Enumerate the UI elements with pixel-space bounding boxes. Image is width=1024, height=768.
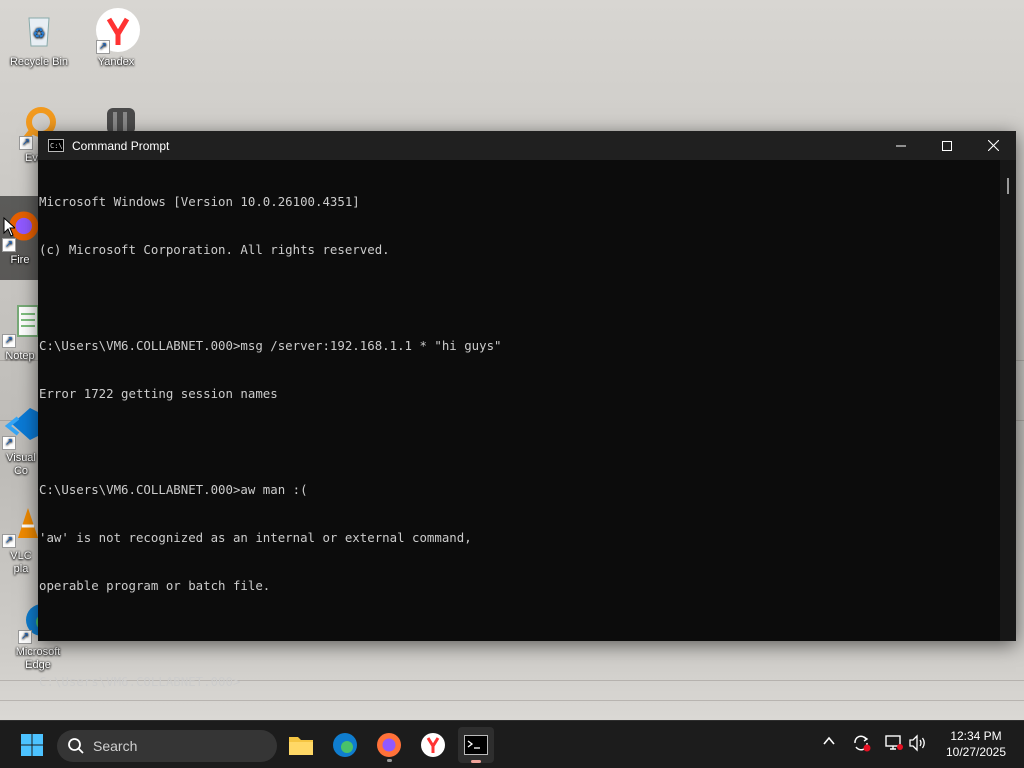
taskbar-yandex[interactable] [415, 727, 451, 763]
running-indicator [387, 759, 392, 762]
chevron-up-icon [823, 736, 835, 745]
taskbar-command-prompt[interactable] [458, 727, 494, 763]
desktop-icon-recycle-bin[interactable]: ♻ Recycle Bin [3, 8, 75, 69]
desktop-icon-label: Notep [5, 350, 35, 362]
console-line: C:\Users\VM6.COLLABNET.000>msg /server:1… [39, 338, 502, 353]
console-prompt-line[interactable]: C:\Users\VM6.COLLABNET.000> [39, 674, 1000, 690]
clock-date: 10/27/2025 [945, 745, 1007, 759]
network-button[interactable] [884, 734, 904, 755]
window-title: Command Prompt [72, 138, 170, 153]
title-bar[interactable]: C:\ Command Prompt [38, 131, 1016, 160]
shortcut-arrow-icon: ↗ [2, 238, 16, 252]
desktop-icon-firefox[interactable]: ↗ Fire [0, 196, 40, 280]
console-output[interactable]: Microsoft Windows [Version 10.0.26100.43… [38, 160, 1000, 689]
console-line: operable program or batch file. [39, 578, 271, 593]
firefox-icon [377, 733, 401, 757]
taskbar-edge[interactable] [327, 727, 363, 763]
taskbar-clock[interactable]: 12:34 PM 10/27/2025 [936, 728, 1016, 760]
console-line: (c) Microsoft Corporation. All rights re… [39, 242, 390, 257]
edge-icon [333, 733, 357, 757]
clock-time: 12:34 PM [950, 729, 1002, 743]
maximize-button[interactable] [924, 131, 970, 160]
yandex-icon: ↗ [94, 8, 140, 54]
sync-status-button[interactable] [852, 734, 872, 755]
window-controls [878, 131, 1016, 160]
taskbar-firefox[interactable] [371, 727, 407, 763]
taskbar-file-explorer[interactable] [283, 727, 319, 763]
search-icon [68, 738, 84, 754]
desktop-icon-label: Recycle Bin [9, 56, 69, 68]
network-icon [885, 735, 903, 750]
close-icon [987, 140, 999, 151]
desktop-icon-vlc[interactable]: ↗ VLC pla [0, 502, 42, 576]
tray-overflow-button[interactable] [822, 734, 836, 751]
desktop-icon-vscode[interactable]: ↗ Visual Co [0, 404, 42, 478]
recycle-bin-icon: ♻ [17, 8, 61, 52]
search-placeholder: Search [93, 738, 138, 754]
file-explorer-icon [289, 737, 313, 755]
desktop-icon-label: Yandex [97, 56, 135, 68]
console-line: Error 1722 getting session names [39, 386, 278, 401]
desktop-icon-label: Visual Co [6, 452, 36, 477]
command-prompt-icon: C:\ [48, 139, 64, 152]
maximize-icon [942, 140, 952, 151]
console-line: C:\Users\VM6.COLLABNET.000>aw man :( [39, 482, 308, 497]
taskbar: Search 12:34 PM 10/27/2025 [0, 720, 1024, 768]
mouse-cursor-icon [3, 217, 15, 237]
sync-alert-icon [854, 735, 871, 752]
start-button[interactable] [14, 727, 50, 763]
desktop-icon-notepad[interactable]: ↗ Notep [0, 302, 40, 363]
taskbar-search-box[interactable]: Search [57, 730, 277, 762]
minimize-icon [896, 145, 906, 146]
close-button[interactable] [970, 131, 1016, 160]
desktop-icon-yandex[interactable]: ↗ Yandex [80, 8, 152, 69]
vertical-scrollbar[interactable] [1000, 160, 1016, 641]
shortcut-arrow-icon: ↗ [2, 534, 16, 548]
desktop-icon-label: Fire [10, 254, 30, 266]
minimize-button[interactable] [878, 131, 924, 160]
console-line: 'aw' is not recognized as an internal or… [39, 530, 472, 545]
shortcut-arrow-icon: ↗ [19, 136, 33, 150]
volume-icon [909, 734, 925, 752]
scrollbar-thumb[interactable] [1007, 178, 1009, 194]
shortcut-arrow-icon: ↗ [2, 436, 16, 450]
shortcut-arrow-icon: ↗ [2, 334, 16, 348]
command-prompt-window[interactable]: C:\ Command Prompt Microsoft Windows [Ve… [38, 131, 1016, 689]
shortcut-arrow-icon: ↗ [18, 630, 32, 644]
volume-button[interactable] [908, 734, 928, 755]
desktop-icon-label: VLC pla [10, 550, 32, 575]
console-line: Microsoft Windows [Version 10.0.26100.43… [39, 194, 360, 209]
yandex-icon [421, 733, 445, 757]
shortcut-arrow-icon: ↗ [96, 40, 110, 54]
windows-start-icon [21, 734, 43, 756]
command-prompt-icon [464, 735, 488, 755]
svg-text:♻: ♻ [33, 25, 46, 41]
active-app-indicator [471, 760, 481, 763]
